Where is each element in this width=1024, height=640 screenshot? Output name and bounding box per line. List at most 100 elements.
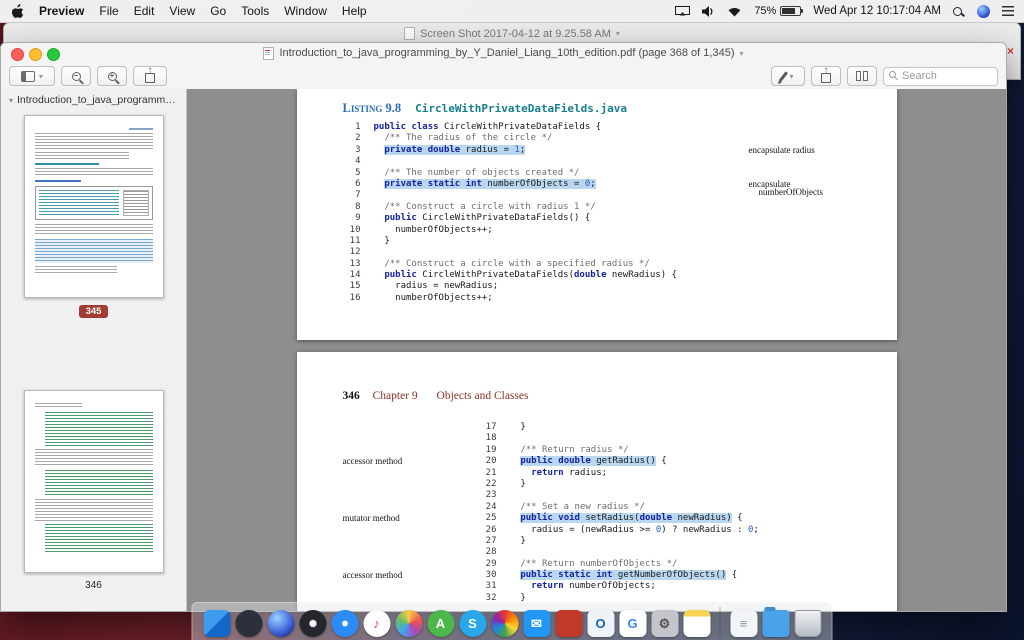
dock-mail-icon[interactable]: ✉	[523, 610, 550, 637]
sidebar-document-name: Introduction_to_java_programmin...	[17, 94, 178, 106]
pdf-page-346: 346 Chapter 9 Objects and Classes 17 }18…	[297, 352, 897, 611]
dock-google-icon[interactable]: G	[619, 610, 646, 637]
share-button[interactable]: ↑	[133, 66, 167, 86]
page-thumbnail-345[interactable]	[24, 115, 164, 298]
volume-icon[interactable]	[702, 6, 715, 17]
disclosure-triangle-icon[interactable]: ▾	[9, 96, 13, 105]
dock-photos-icon[interactable]	[395, 610, 422, 637]
thumbnail-content	[25, 391, 163, 566]
siri-orb	[977, 5, 990, 18]
dock-itunes-icon[interactable]: ♪	[363, 610, 390, 637]
page-number-badge: 345	[79, 305, 109, 318]
close-markup-icon[interactable]: ×	[1007, 45, 1014, 57]
toolbar-right-group: ▾ ↑	[771, 66, 998, 86]
menu-item-file[interactable]: File	[99, 4, 118, 18]
margin-note: accessor method	[343, 456, 403, 467]
margin-note: accessor method	[343, 570, 403, 581]
dock-pinwheel-icon[interactable]	[491, 610, 518, 637]
decorative-text	[35, 449, 153, 467]
decorative-text	[35, 168, 153, 177]
spotlight-icon[interactable]	[953, 7, 965, 16]
zoom-in-button[interactable]: +	[97, 66, 127, 86]
menu-item-preview[interactable]: Preview	[39, 4, 84, 18]
code-line-2: 2 /** The radius of the circle */	[343, 133, 677, 144]
minimize-button[interactable]	[29, 48, 42, 61]
menu-item-window[interactable]: Window	[284, 4, 327, 18]
pdf-page-345: Listing 9.8 CircleWithPrivateDataFields.…	[297, 89, 897, 340]
code-line-20: 20 public double getRadius() {	[479, 456, 759, 467]
magnifier-minus-icon: −	[72, 72, 81, 81]
code-line-12: 12	[343, 247, 677, 258]
dock-outlook-icon[interactable]: O	[587, 610, 614, 637]
panels-button[interactable]	[847, 66, 877, 86]
pdf-content-area[interactable]: Listing 9.8 CircleWithPrivateDataFields.…	[187, 89, 1006, 611]
siri-icon[interactable]	[977, 5, 990, 18]
code-line-6: 6 private static int numberOfObjects = 0…	[343, 179, 677, 190]
decorative-figure-left	[39, 190, 119, 216]
code-line-26: 26 radius = (newRadius >= 0) ? newRadius…	[479, 525, 759, 536]
code-line-28: 28	[479, 547, 759, 558]
decorative-text	[35, 499, 153, 521]
menu-item-edit[interactable]: Edit	[134, 4, 155, 18]
code-line-31: 31 return numberOfObjects;	[479, 581, 759, 592]
mirroring-icon[interactable]	[675, 6, 690, 16]
chapter-header: 346 Chapter 9 Objects and Classes	[343, 390, 529, 402]
battery-fill	[782, 8, 795, 14]
chapter-title: Objects and Classes	[437, 390, 529, 402]
code-line-24: 24 /** Set a new radius */	[479, 502, 759, 513]
window-title-bar[interactable]: Introduction_to_java_programming_by_Y_Da…	[1, 43, 1006, 63]
code-line-9: 9 public CircleWithPrivateDataFields() {	[343, 213, 677, 224]
dock-adobe-icon[interactable]	[555, 610, 582, 637]
code-line-1: 1public class CircleWithPrivateDataField…	[343, 122, 677, 133]
dock-notes-icon[interactable]	[683, 610, 710, 637]
zoom-window-button[interactable]	[47, 48, 60, 61]
menu-bar-clock[interactable]: Wed Apr 12 10:17:04 AM	[813, 5, 941, 17]
battery-indicator[interactable]: 75%	[754, 5, 801, 17]
margin-note: mutator method	[343, 513, 400, 524]
listing-filename: CircleWithPrivateDataFields.java	[415, 102, 627, 115]
search-field-wrap	[883, 66, 998, 86]
apple-menu-icon[interactable]	[12, 4, 24, 18]
chevron-down-icon: ▾	[39, 72, 43, 81]
listing-label: Listing 9.8	[343, 101, 402, 116]
markup-button[interactable]: ▾	[771, 66, 805, 86]
dock-downloads-folder-icon[interactable]	[762, 610, 789, 637]
close-button[interactable]	[11, 48, 24, 61]
dock-skype-icon[interactable]: S	[459, 610, 486, 637]
menu-item-view[interactable]: View	[169, 4, 195, 18]
dock-photo-booth-icon[interactable]	[299, 610, 326, 637]
menu-item-go[interactable]: Go	[210, 4, 226, 18]
dock-launchpad-icon[interactable]	[235, 610, 262, 637]
title-chevron-icon[interactable]: ▾	[739, 49, 743, 58]
decorative-figure	[35, 186, 153, 220]
share-button-2[interactable]: ↑	[811, 66, 841, 86]
dock-app-store-icon[interactable]: A	[427, 610, 454, 637]
background-window-title: Screen Shot 2017-04-12 at 9.25.58 AM	[420, 28, 611, 40]
dock-system-preferences-icon[interactable]: ⚙	[651, 610, 678, 637]
wifi-icon[interactable]	[727, 6, 742, 17]
dock-safari-icon[interactable]	[331, 610, 358, 637]
menu-item-help[interactable]: Help	[342, 4, 367, 18]
dock-trash-icon[interactable]	[794, 610, 821, 637]
code-line-10: 10 numberOfObjects++;	[343, 225, 677, 236]
search-input[interactable]	[883, 67, 998, 86]
decorative-code-block	[45, 524, 153, 554]
panel-left	[856, 71, 861, 81]
view-options-button[interactable]: ▾	[9, 66, 55, 86]
decorative-text	[35, 266, 118, 274]
menu-item-tools[interactable]: Tools	[241, 4, 269, 18]
code-line-23: 23	[479, 490, 759, 501]
listing-header: Listing 9.8 CircleWithPrivateDataFields.…	[343, 101, 628, 116]
dock-finder-icon[interactable]	[203, 610, 230, 637]
sidebar-view-icon	[21, 71, 35, 82]
page-thumbnail-346[interactable]	[24, 390, 164, 573]
zoom-out-button[interactable]: −	[61, 66, 91, 86]
dock-document-icon[interactable]: ≡	[730, 610, 757, 637]
dock-siri-icon[interactable]	[267, 610, 294, 637]
decorative-text	[35, 133, 153, 149]
code-line-13: 13 /** Construct a circle with a specifi…	[343, 259, 677, 270]
sidebar-section-header[interactable]: ▾ Introduction_to_java_programmin...	[1, 89, 186, 111]
code-line-3: 3 private double radius = 1;	[343, 145, 677, 156]
battery-percent: 75%	[754, 5, 776, 17]
notification-center-icon[interactable]	[1002, 6, 1014, 16]
